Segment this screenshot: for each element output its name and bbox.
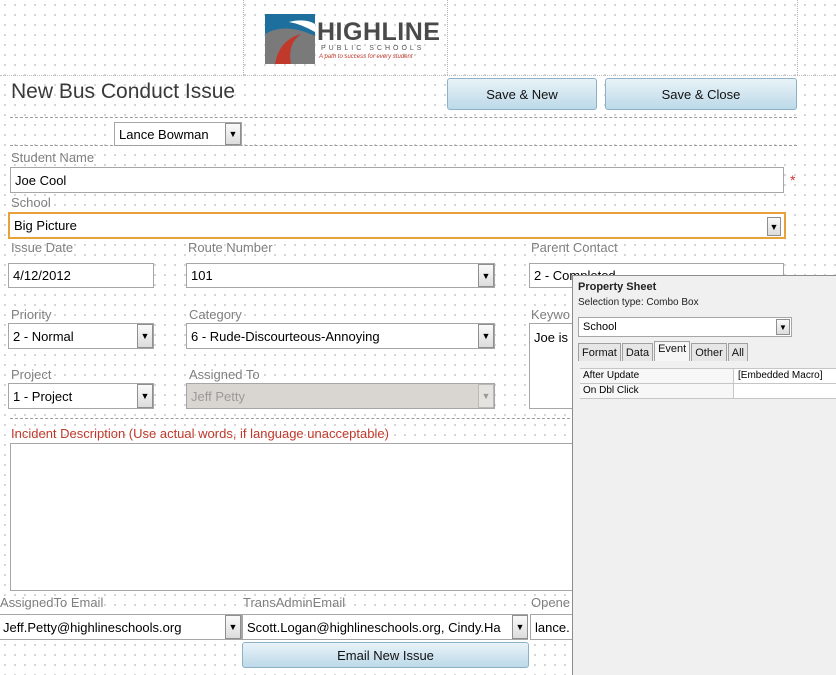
reporter-value: Lance Bowman	[119, 126, 209, 142]
opened-label: Opene	[531, 595, 571, 610]
incident-description-input[interactable]	[10, 443, 574, 591]
priority-value: 2 - Normal	[13, 328, 74, 344]
property-row[interactable]: After Update [Embedded Macro]	[580, 369, 836, 384]
keywords-label: Keywo	[531, 307, 571, 322]
assignedto-email-value: Jeff.Petty@highlineschools.org	[3, 619, 182, 635]
required-marker: *	[790, 172, 796, 188]
school-dropdown-icon[interactable]: ▼	[767, 217, 781, 236]
school-label: School	[11, 195, 51, 210]
logo-subtitle: PUBLIC SCHOOLS	[321, 45, 425, 52]
student-name-label: Student Name	[11, 150, 95, 165]
divider	[10, 418, 570, 419]
email-new-issue-button[interactable]: Email New Issue	[242, 642, 529, 668]
assignedto-email-combo[interactable]: Jeff.Petty@highlineschools.org	[0, 614, 242, 640]
student-name-input[interactable]: Joe Cool	[10, 167, 784, 193]
object-selector[interactable]: School	[578, 317, 792, 337]
assignedto-email-label: AssignedTo Email	[0, 595, 104, 610]
tab-format[interactable]: Format	[578, 343, 621, 361]
reporter-combo[interactable]: Lance Bowman	[114, 122, 242, 146]
property-row[interactable]: On Dbl Click	[580, 384, 836, 399]
issue-date-label: Issue Date	[11, 240, 74, 255]
tab-event[interactable]: Event	[654, 341, 691, 361]
property-key: After Update	[580, 369, 734, 383]
opened-value: lance.	[535, 619, 570, 635]
layout-guide	[447, 0, 448, 75]
assigned-to-value: Jeff Petty	[191, 388, 245, 404]
divider	[10, 117, 797, 118]
property-tabs: Format Data Event Other All	[578, 341, 749, 361]
keywords-input[interactable]: Joe is	[529, 323, 574, 409]
school-value: Big Picture	[14, 218, 77, 233]
property-value[interactable]: [Embedded Macro]	[734, 369, 823, 383]
student-name-value: Joe Cool	[15, 172, 67, 188]
transadmin-email-label: TransAdminEmail	[243, 595, 346, 610]
category-label: Category	[189, 307, 242, 322]
project-label: Project	[11, 367, 52, 382]
reporter-dropdown-icon[interactable]: ▼	[225, 123, 241, 145]
form-title: New Bus Conduct Issue	[11, 80, 236, 103]
object-selector-dropdown-icon[interactable]: ▼	[776, 319, 790, 335]
property-sheet-panel: Property Sheet Selection type: Combo Box…	[572, 275, 836, 675]
incident-description-label: Incident Description (Use actual words, …	[11, 426, 389, 441]
tab-all[interactable]: All	[727, 343, 748, 361]
category-value: 6 - Rude-Discourteous-Annoying	[191, 328, 380, 344]
logo-tagline: A path to success for every student	[319, 54, 413, 60]
logo-title: HIGHLINE	[317, 18, 441, 46]
priority-label: Priority	[11, 307, 52, 322]
issue-date-value: 4/12/2012	[13, 268, 71, 283]
route-number-combo[interactable]: 101	[186, 263, 495, 288]
property-key: On Dbl Click	[580, 384, 734, 398]
selection-type: Selection type: Combo Box	[578, 297, 699, 308]
tab-data[interactable]: Data	[621, 343, 654, 361]
project-value: 1 - Project	[13, 388, 73, 404]
highline-logo: HIGHLINE PUBLIC SCHOOLS A path to succes…	[265, 14, 440, 66]
opened-input[interactable]: lance.	[530, 614, 574, 640]
category-combo[interactable]: 6 - Rude-Discourteous-Annoying	[186, 323, 495, 349]
priority-combo[interactable]: 2 - Normal	[8, 323, 154, 349]
route-number-dropdown-icon[interactable]: ▼	[478, 264, 494, 287]
layout-guide	[243, 0, 244, 75]
school-combo[interactable]: Big Picture	[8, 212, 786, 239]
highline-logo-icon	[265, 14, 315, 64]
issue-date-input[interactable]: 4/12/2012	[8, 263, 154, 288]
save-close-button[interactable]: Save & Close	[605, 78, 797, 110]
assigned-to-combo: Jeff Petty	[186, 383, 495, 409]
property-grid: After Update [Embedded Macro] On Dbl Cli…	[580, 368, 836, 399]
project-combo[interactable]: 1 - Project	[8, 383, 154, 409]
route-number-label: Route Number	[188, 240, 273, 255]
keywords-value: Joe is	[534, 330, 568, 345]
transadmin-email-value: Scott.Logan@highlineschools.org, Cindy.H…	[247, 619, 501, 635]
transadmin-email-combo[interactable]: Scott.Logan@highlineschools.org, Cindy.H…	[242, 614, 528, 640]
transadmin-email-dropdown-icon[interactable]: ▼	[512, 615, 528, 639]
object-selector-value: School	[583, 321, 617, 333]
tab-other[interactable]: Other	[691, 343, 727, 361]
layout-guide	[797, 0, 798, 75]
assigned-to-label: Assigned To	[189, 367, 260, 382]
category-dropdown-icon[interactable]: ▼	[478, 324, 494, 348]
route-number-value: 101	[191, 268, 213, 283]
divider	[10, 145, 797, 146]
layout-guide	[0, 75, 836, 76]
assigned-to-dropdown-icon: ▼	[478, 384, 494, 408]
save-new-button[interactable]: Save & New	[447, 78, 597, 110]
parent-contact-label: Parent Contact	[531, 240, 618, 255]
priority-dropdown-icon[interactable]: ▼	[137, 324, 153, 348]
assignedto-email-dropdown-icon[interactable]: ▼	[225, 615, 241, 639]
property-value[interactable]	[734, 384, 738, 398]
project-dropdown-icon[interactable]: ▼	[137, 384, 153, 408]
property-sheet-title: Property Sheet	[578, 281, 657, 293]
